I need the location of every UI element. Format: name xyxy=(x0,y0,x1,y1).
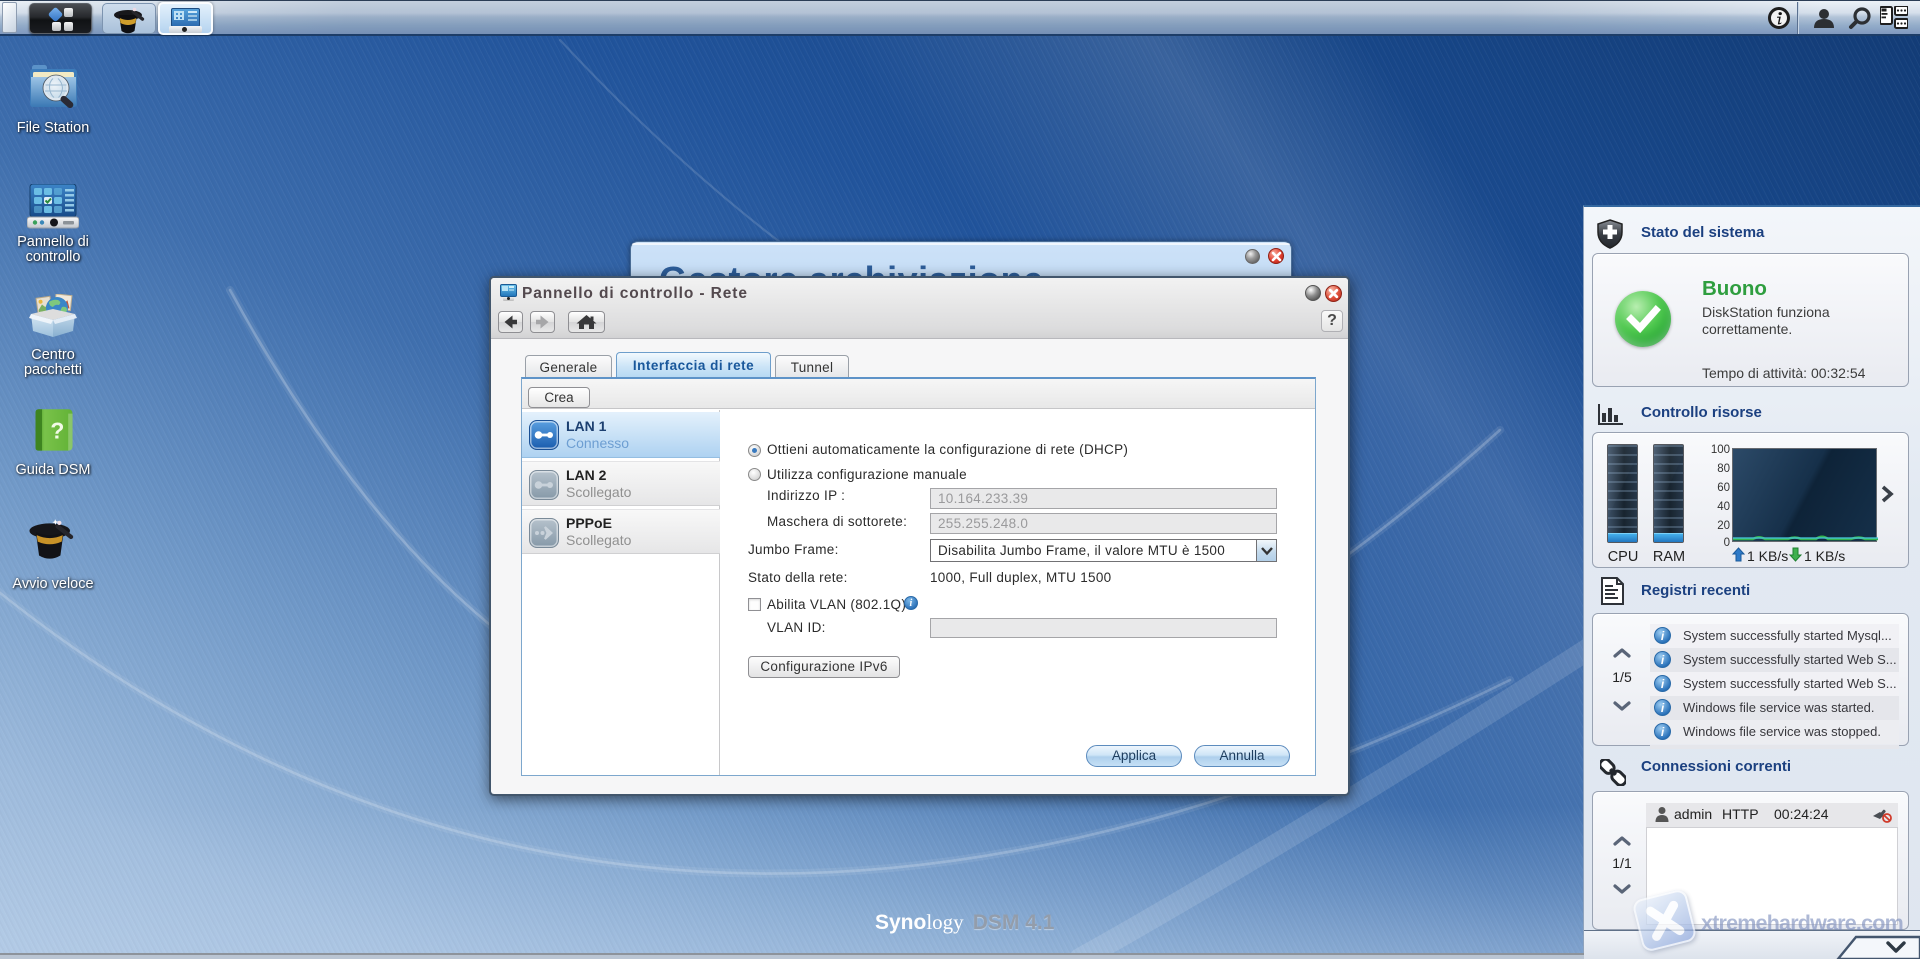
svg-text:?: ? xyxy=(50,418,64,444)
